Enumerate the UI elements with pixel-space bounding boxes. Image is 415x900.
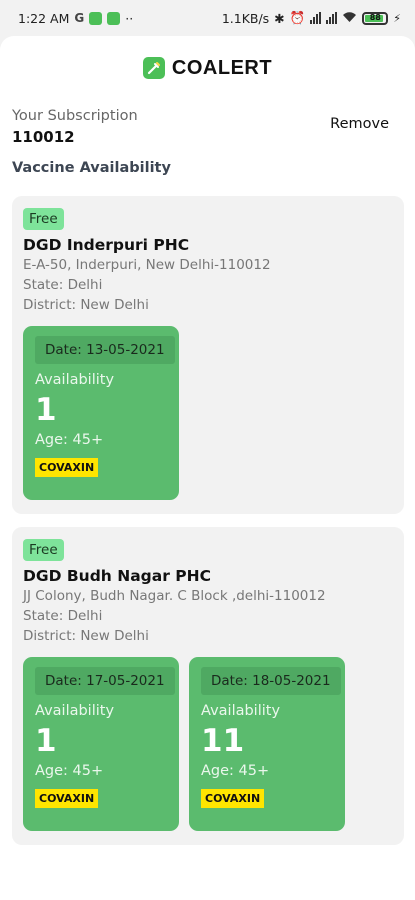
app-notification-icon [107, 11, 121, 25]
center-name: DGD Inderpuri PHC [23, 236, 190, 254]
center-district: District: New Delhi [23, 628, 149, 644]
center-address: E-A-50, Inderpuri, New Delhi-110012 [23, 257, 271, 273]
battery-icon: 88 [362, 11, 389, 25]
app-title: COALERT [171, 56, 273, 79]
availability-label: Availability [35, 372, 115, 388]
age-limit: Age: 45+ [35, 763, 104, 779]
center-card: Free DGD Budh Nagar PHC JJ Colony, Budh … [12, 527, 404, 845]
section-title: Vaccine Availability [12, 160, 171, 176]
status-left: 1:22 AM G ·· [18, 11, 133, 26]
signal-icon [326, 12, 338, 24]
vaccine-tag: COVAXIN [35, 789, 99, 808]
slot-card: Date: 13-05-2021 Availability 1 Age: 45+… [23, 326, 179, 500]
vaccine-tag: COVAXIN [35, 458, 99, 477]
subscription-label: Your Subscription [12, 108, 138, 124]
availability-count: 11 [201, 723, 245, 759]
status-bar: 1:22 AM G ·· 1.1KB/s ✱ ⏰ 88 ⚡ [0, 0, 415, 36]
wifi-icon [342, 11, 357, 26]
app-notification-icon [89, 11, 103, 25]
center-name: DGD Budh Nagar PHC [23, 567, 211, 585]
remove-subscription-button[interactable]: Remove [330, 116, 389, 132]
slot-list: Date: 17-05-2021 Availability 1 Age: 45+… [23, 657, 404, 845]
subscription-info: Your Subscription 110012 [12, 108, 138, 146]
bluetooth-icon: ✱ [274, 10, 285, 26]
center-address: JJ Colony, Budh Nagar. C Block ,delhi-11… [23, 588, 326, 604]
signal-icon [310, 12, 322, 24]
charging-icon: ⚡ [393, 11, 401, 25]
availability-label: Availability [35, 703, 115, 719]
center-card: Free DGD Inderpuri PHC E-A-50, Inderpuri… [12, 196, 404, 514]
availability-count: 1 [35, 392, 57, 428]
slot-card: Date: 17-05-2021 Availability 1 Age: 45+… [23, 657, 179, 831]
slot-date: Date: 18-05-2021 [201, 667, 341, 695]
center-district: District: New Delhi [23, 297, 149, 313]
alarm-icon: ⏰ [289, 10, 306, 25]
age-limit: Age: 45+ [35, 432, 104, 448]
app-header: COALERT [0, 36, 415, 100]
google-notification-icon: G [74, 11, 85, 25]
vaccine-tag: COVAXIN [201, 789, 265, 808]
slot-list: Date: 13-05-2021 Availability 1 Age: 45+… [23, 326, 404, 514]
fee-badge: Free [23, 208, 64, 230]
slot-card: Date: 18-05-2021 Availability 11 Age: 45… [189, 657, 345, 831]
status-right: 1.1KB/s ✱ ⏰ 88 ⚡ [222, 10, 401, 26]
syringe-icon [142, 57, 165, 79]
age-limit: Age: 45+ [201, 763, 270, 779]
availability-label: Availability [201, 703, 281, 719]
fee-badge: Free [23, 539, 64, 561]
center-state: State: Delhi [23, 608, 103, 624]
subscription-row: Your Subscription 110012 Remove [0, 100, 415, 146]
slot-date: Date: 17-05-2021 [35, 667, 175, 695]
main-screen: COALERT Your Subscription 110012 Remove … [0, 36, 415, 900]
center-state: State: Delhi [23, 277, 103, 293]
battery-level: 88 [369, 12, 381, 22]
subscription-pincode: 110012 [12, 128, 75, 146]
network-speed: 1.1KB/s [221, 10, 270, 26]
more-notifications-icon: ·· [125, 10, 134, 26]
availability-count: 1 [35, 723, 57, 759]
status-time: 1:22 AM [18, 10, 70, 26]
slot-date: Date: 13-05-2021 [35, 336, 175, 364]
